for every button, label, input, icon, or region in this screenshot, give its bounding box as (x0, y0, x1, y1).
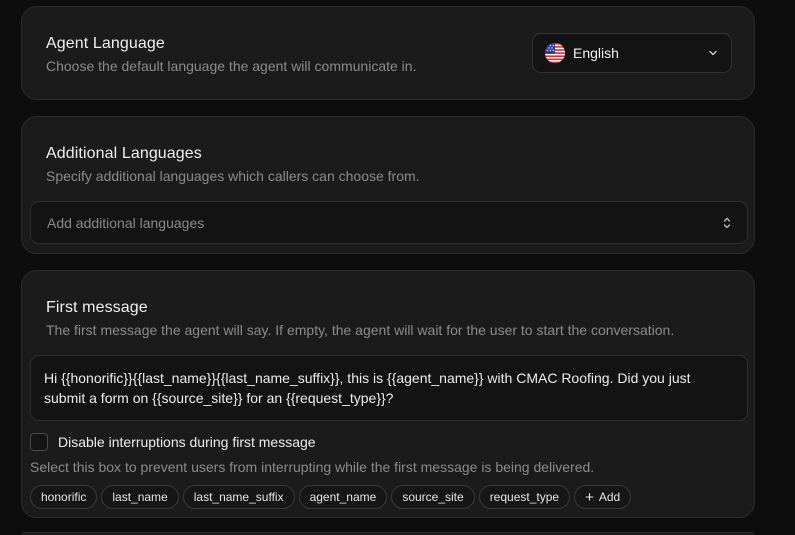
agent-language-card: Agent Language Choose the default langua… (21, 6, 755, 100)
variable-tag-last-name[interactable]: last_name (101, 485, 179, 509)
first-message-description: The first message the agent will say. If… (46, 322, 675, 338)
first-message-textarea[interactable]: Hi {{honorific}}{{last_name}}{{last_name… (30, 355, 748, 421)
variable-tag-agent-name[interactable]: agent_name (298, 485, 388, 509)
variable-tag-honorific[interactable]: honorific (30, 485, 98, 509)
additional-languages-description: Specify additional languages which calle… (46, 168, 420, 184)
first-message-title: First message (46, 299, 148, 316)
variable-tag-last-name-suffix[interactable]: last_name_suffix (182, 485, 295, 509)
additional-languages-select[interactable]: Add additional languages (30, 201, 748, 244)
disable-interruptions-checkbox[interactable] (30, 433, 48, 451)
disable-interruptions-help: Select this box to prevent users from in… (30, 459, 595, 475)
add-variable-button[interactable]: + Add (574, 485, 632, 509)
variable-tag-request-type[interactable]: request_type (478, 485, 571, 509)
add-variable-label: Add (598, 490, 621, 504)
chevron-down-icon (709, 50, 717, 56)
agent-language-title: Agent Language (46, 35, 165, 52)
variable-tag-source-site[interactable]: source_site (391, 485, 475, 509)
additional-languages-card: Additional Languages Specify additional … (21, 116, 755, 254)
agent-language-value: English (573, 45, 619, 61)
chevron-up-down-icon (723, 217, 731, 228)
agent-language-select[interactable]: English (532, 33, 732, 73)
disable-interruptions-label: Disable interruptions during first messa… (58, 434, 316, 450)
additional-languages-title: Additional Languages (46, 145, 202, 162)
us-flag-icon (545, 43, 565, 63)
agent-language-description: Choose the default language the agent wi… (46, 58, 417, 74)
additional-languages-placeholder: Add additional languages (47, 214, 205, 231)
first-message-card: First message The first message the agen… (21, 270, 755, 518)
variable-tags: honorific last_name last_name_suffix age… (30, 485, 632, 509)
disable-interruptions-toggle[interactable]: Disable interruptions during first messa… (30, 433, 316, 451)
settings-page: Agent Language Choose the default langua… (0, 0, 795, 535)
plus-icon: + (585, 488, 594, 506)
